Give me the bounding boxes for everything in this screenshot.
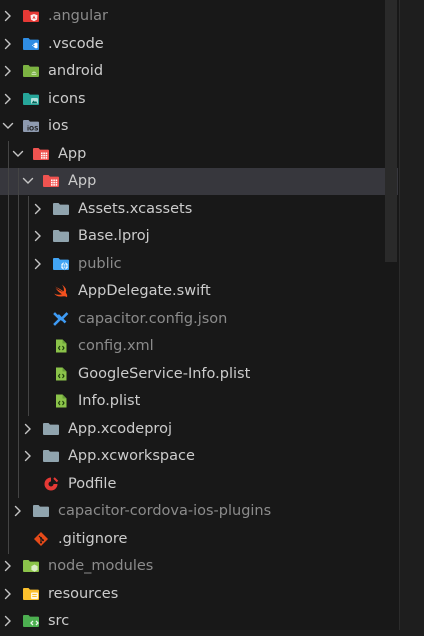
tree-item-node-modules-folder[interactable]: node_modules (0, 553, 398, 580)
resources-folder-icon (22, 586, 40, 602)
tree-item-label: android (48, 63, 104, 79)
tree-item-label: config.xml (78, 338, 154, 354)
tree-item-googleservice-plist-file[interactable]: GoogleService-Info.plist (0, 361, 398, 388)
tree-item-base-lproj-folder[interactable]: Base.lproj (0, 223, 398, 250)
tree-item-ios-folder[interactable]: iOS ios (0, 113, 398, 140)
images-folder-icon (22, 91, 40, 107)
tree-item-label: Assets.xcassets (78, 201, 193, 217)
chevron-right-icon[interactable] (2, 615, 14, 627)
android-folder-icon (22, 63, 40, 79)
explorer-scrollbar[interactable] (385, 0, 397, 262)
app-folder-icon (32, 146, 50, 162)
svg-text:iOS: iOS (27, 126, 38, 133)
tree-item-label: resources (48, 586, 119, 602)
tree-item-angular-folder[interactable]: .angular (0, 3, 398, 30)
folder-icon (42, 448, 60, 464)
tree-item-gitignore-file[interactable]: .gitignore (0, 526, 398, 553)
tree-item-assets-xcassets-folder[interactable]: Assets.xcassets (0, 196, 398, 223)
chevron-right-icon[interactable] (32, 203, 44, 215)
cocoapods-icon (42, 476, 60, 492)
chevron-right-icon[interactable] (2, 93, 14, 105)
chevron-right-icon[interactable] (2, 65, 14, 77)
swift-icon (52, 283, 70, 299)
folder-icon (52, 228, 70, 244)
tree-item-app-subfolder[interactable]: App (0, 168, 398, 195)
tree-item-label: capacitor.config.json (78, 311, 228, 327)
tree-item-label: App (58, 146, 87, 162)
src-folder-icon (22, 613, 40, 629)
tree-item-label: src (48, 613, 70, 629)
chevron-right-icon[interactable] (2, 588, 14, 600)
xml-file-icon (52, 338, 70, 354)
tree-item-android-folder[interactable]: android (0, 58, 398, 85)
chevron-right-icon[interactable] (2, 10, 14, 22)
chevron-right-icon[interactable] (2, 560, 14, 572)
tree-item-label: GoogleService-Info.plist (78, 366, 251, 382)
capacitor-icon (52, 311, 70, 327)
file-explorer-tree: .angular .vscode android icons iOS ios App App A… (0, 0, 398, 636)
ios-folder-icon: iOS (22, 118, 40, 134)
vscode-folder-icon (22, 36, 40, 52)
chevron-right-icon[interactable] (22, 450, 34, 462)
tree-item-label: Podfile (68, 476, 117, 492)
indent-guide (18, 168, 19, 498)
tree-item-app-folder[interactable]: App (0, 141, 398, 168)
indent-guide (8, 141, 9, 554)
tree-item-label: App.xcworkspace (68, 448, 195, 464)
chevron-down-icon[interactable] (12, 148, 24, 160)
git-icon (32, 531, 50, 547)
tree-item-label: AppDelegate.swift (78, 283, 211, 299)
tree-item-label: ios (48, 118, 69, 134)
angular-folder-icon (22, 8, 40, 24)
node-folder-icon (22, 558, 40, 574)
chevron-right-icon[interactable] (22, 423, 34, 435)
tree-item-capacitor-config-file[interactable]: capacitor.config.json (0, 306, 398, 333)
chevron-right-icon[interactable] (32, 230, 44, 242)
chevron-right-icon[interactable] (12, 505, 24, 517)
tree-item-label: .angular (48, 8, 108, 24)
tree-item-public-folder[interactable]: public (0, 251, 398, 278)
plist-file-icon (52, 393, 70, 409)
tree-item-label: Info.plist (78, 393, 141, 409)
tree-item-icons-folder[interactable]: icons (0, 86, 398, 113)
bottom-panel-edge (0, 630, 424, 636)
tree-item-app-xcworkspace-folder[interactable]: App.xcworkspace (0, 443, 398, 470)
tree-item-label: node_modules (48, 558, 154, 574)
tree-item-app-xcodeproj-folder[interactable]: App.xcodeproj (0, 416, 398, 443)
folder-icon (32, 503, 50, 519)
tree-item-info-plist-file[interactable]: Info.plist (0, 388, 398, 415)
tree-item-label: icons (48, 91, 86, 107)
indent-guide (28, 196, 29, 416)
tree-item-label: .vscode (48, 36, 104, 52)
tree-item-config-xml-file[interactable]: config.xml (0, 333, 398, 360)
tree-item-capacitor-cordova-ios-plugins-folder[interactable]: capacitor-cordova-ios-plugins (0, 498, 398, 525)
tree-item-resources-folder[interactable]: resources (0, 581, 398, 608)
tree-item-label: Base.lproj (78, 228, 150, 244)
folder-icon (42, 421, 60, 437)
chevron-down-icon[interactable] (22, 175, 34, 187)
editor-panel-edge (399, 0, 424, 636)
folder-icon (52, 201, 70, 217)
plist-file-icon (52, 366, 70, 382)
tree-item-label: .gitignore (58, 531, 128, 547)
public-folder-icon (52, 256, 70, 272)
tree-item-appdelegate-file[interactable]: AppDelegate.swift (0, 278, 398, 305)
tree-item-podfile-file[interactable]: Podfile (0, 471, 398, 498)
chevron-right-icon[interactable] (32, 258, 44, 270)
chevron-down-icon[interactable] (2, 120, 14, 132)
chevron-right-icon[interactable] (2, 38, 14, 50)
tree-item-label: public (78, 256, 122, 272)
app-folder-icon (42, 173, 60, 189)
tree-item-vscode-folder[interactable]: .vscode (0, 31, 398, 58)
tree-item-label: capacitor-cordova-ios-plugins (58, 503, 272, 519)
tree-item-label: App (68, 173, 97, 189)
tree-item-label: App.xcodeproj (68, 421, 172, 437)
